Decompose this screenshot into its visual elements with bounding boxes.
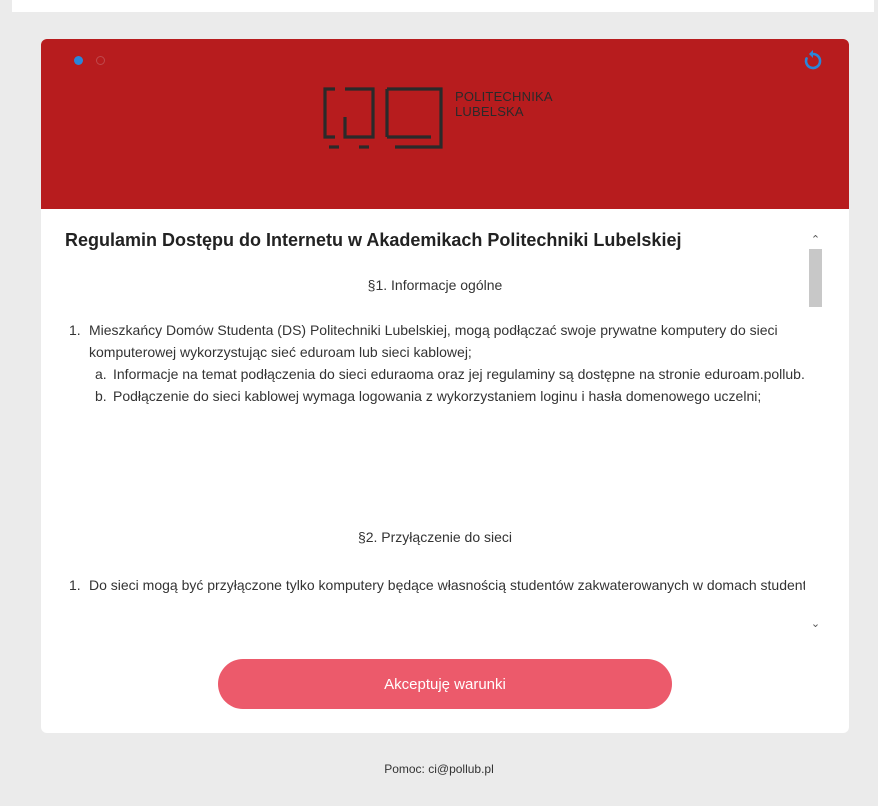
logo-wordmark: POLITECHNIKA LUBELSKA [455,89,553,119]
logo-line-2: LUBELSKA [455,104,524,119]
section-1-list: 1. Mieszkańcy Domów Studenta (DS) Polite… [65,319,805,407]
carousel-dot-active[interactable] [74,56,83,65]
list-item-text: Do sieci mogą być przyłączone tylko komp… [89,577,805,593]
carousel-dot-inactive[interactable] [96,56,105,65]
section-1-heading-wrap: §1. Informacje ogólne [65,277,805,293]
sub-list-item-text: Podłączenie do sieci kablowej wymaga log… [113,388,762,404]
sub-list-item-text: Informacje na temat podłączenia do sieci… [113,366,805,382]
list-item-text: Mieszkańcy Domów Studenta (DS) Politechn… [89,322,778,360]
sub-list-item-letter: a. [95,366,107,382]
list-item: 1. Do sieci mogą być przyłączone tylko k… [65,574,805,596]
scroll-down-icon[interactable]: ⌄ [807,617,824,631]
help-footer: Pomoc: ci@pollub.pl [384,762,494,776]
reload-icon[interactable] [801,49,825,73]
sub-list-item: b. Podłączenie do sieci kablowej wymaga … [65,385,805,407]
sub-list-item-letter: b. [95,388,107,404]
terms-scrollbar[interactable]: ⌃ ⌄ [807,233,824,631]
section-2-heading-wrap: §2. Przyłączenie do sieci [65,529,805,545]
header-banner: POLITECHNIKA LUBELSKA [41,39,849,209]
terms-title: Regulamin Dostępu do Internetu w Akademi… [65,230,682,250]
list-item-number: 1. [69,577,81,593]
accept-terms-button[interactable]: Akceptuję warunki [218,659,672,709]
politechnika-logo [323,87,443,149]
list-item: 1. Mieszkańcy Domów Studenta (DS) Polite… [65,319,805,363]
top-bar [12,0,874,12]
scroll-thumb[interactable] [809,249,822,307]
terms-content[interactable]: Regulamin Dostępu do Internetu w Akademi… [65,229,805,639]
sub-list-item: a. Informacje na temat podłączenia do si… [65,363,805,385]
section-2-heading: §2. Przyłączenie do sieci [357,529,513,545]
scroll-up-icon[interactable]: ⌃ [807,233,824,247]
list-item-number: 1. [69,322,81,338]
section-2-list: 1. Do sieci mogą być przyłączone tylko k… [65,574,805,596]
terms-card: POLITECHNIKA LUBELSKA Regulamin Dostępu … [41,39,849,733]
logo-line-1: POLITECHNIKA [455,89,553,104]
section-1-heading: §1. Informacje ogólne [367,277,503,293]
